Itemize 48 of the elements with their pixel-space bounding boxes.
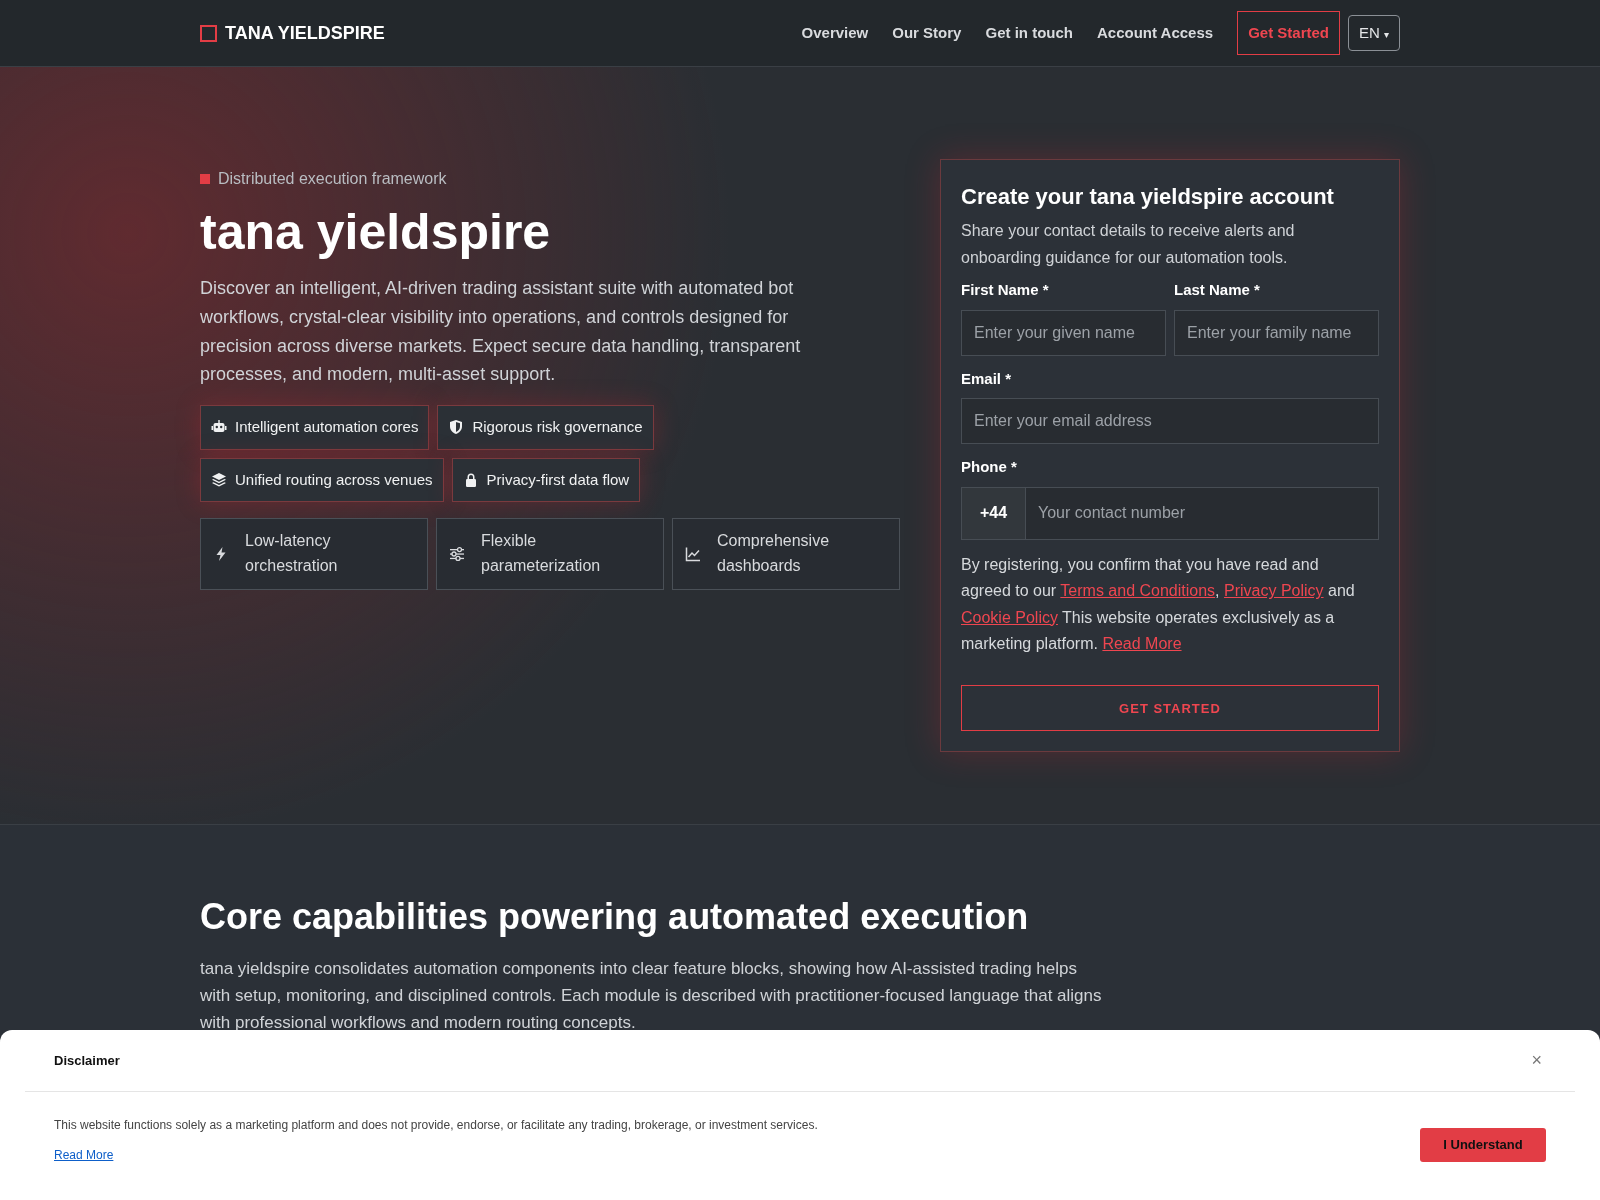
- hero-description: Discover an intelligent, AI-driven trading assistant suite with automated bot workflows, crystal-clear visibility into operations, and controls designed for precision across diverse markets. Expect secure data handling, transparent processes, and modern, multi-asset support.: [200, 277, 802, 387]
- tag-label: Rigorous risk governance: [472, 417, 643, 438]
- tag-label: Unified routing across venues: [235, 469, 433, 490]
- brand-name: TANA YIELDSPIRE: [225, 21, 385, 45]
- country-code: +44: [962, 487, 1026, 539]
- understand-button[interactable]: I Understand: [1420, 1128, 1546, 1162]
- read-more-link[interactable]: Read More: [54, 1148, 114, 1162]
- section-description: tana yieldspire consolidates automation components into clear feature blocks, showing how AI-assisted trading helps with setup, monitoring, and disciplined controls. Each module is described with practitioner-focused language that aligns with professional workflows and modern routing concepts.: [200, 957, 1103, 1034]
- nav-link[interactable]: Overview: [801, 21, 869, 45]
- last-name-field[interactable]: Enter your family name: [1174, 309, 1379, 356]
- nav-link[interactable]: Our Story: [892, 21, 962, 45]
- eyebrow-text: Distributed execution framework: [218, 169, 447, 189]
- field-label: First Name *: [961, 280, 1050, 301]
- get-started-button[interactable]: GET STARTED: [961, 685, 1379, 732]
- hero-title: tana yieldspire: [200, 205, 552, 260]
- field-label: Email *: [961, 368, 1013, 389]
- form-subtitle: Share your contact details to receive alerts and onboarding guidance for our automation tools.: [961, 221, 1296, 269]
- feature-label: Low-latency orchestration: [245, 531, 339, 577]
- email-field[interactable]: Enter your email address: [961, 398, 1379, 445]
- consent-link[interactable]: Cookie Policy: [961, 608, 1058, 626]
- logo-icon: [200, 24, 217, 42]
- caret-icon: ▾: [1384, 28, 1389, 40]
- section-title: Core capabilities powering automated execution: [200, 895, 1030, 939]
- feature-label: Comprehensive dashboards: [717, 531, 831, 577]
- feature-label: Flexible parameterization: [481, 531, 602, 577]
- shield-icon: [448, 419, 465, 436]
- layers-icon: [211, 471, 227, 488]
- sliders-icon: [449, 546, 465, 563]
- first-name-field[interactable]: Enter your given name: [961, 309, 1166, 356]
- tag-label: Privacy-first data flow: [486, 469, 630, 490]
- consent-link[interactable]: Read More: [1102, 635, 1182, 653]
- consent-link[interactable]: Privacy Policy: [1224, 582, 1324, 600]
- consent-text: By registering, you confirm that you have read and agreed to our Terms and Conditions, Privacy Policy and Cookie Policy This website operates exclusively as a marketing platform. Read More: [961, 554, 1356, 655]
- square-icon: [200, 174, 210, 184]
- phone-field[interactable]: Your contact number: [1026, 487, 1378, 539]
- close-button[interactable]: ×: [1527, 1047, 1546, 1074]
- disclaimer-text: This website functions solely as a marketing platform and does not provide, endorse, or facilitate any trading, brokerage, or investment services.: [54, 1117, 818, 1134]
- disclaimer-title: Disclaimer: [54, 1051, 120, 1070]
- nav-link[interactable]: Account Access: [1096, 21, 1214, 45]
- field-label: Phone *: [961, 457, 1018, 478]
- tag-label: Intelligent automation cores: [235, 417, 419, 438]
- form-title: Create your tana yieldspire account: [961, 183, 1335, 211]
- language-dropdown[interactable]: EN ▾: [1348, 14, 1400, 52]
- nav-link[interactable]: Get in touch: [985, 21, 1073, 45]
- phone-input-group[interactable]: +44 Your contact number: [961, 486, 1379, 540]
- field-label: Last Name *: [1174, 280, 1261, 301]
- get-started-button[interactable]: Get Started: [1237, 10, 1340, 56]
- line-chart-icon: [685, 546, 701, 563]
